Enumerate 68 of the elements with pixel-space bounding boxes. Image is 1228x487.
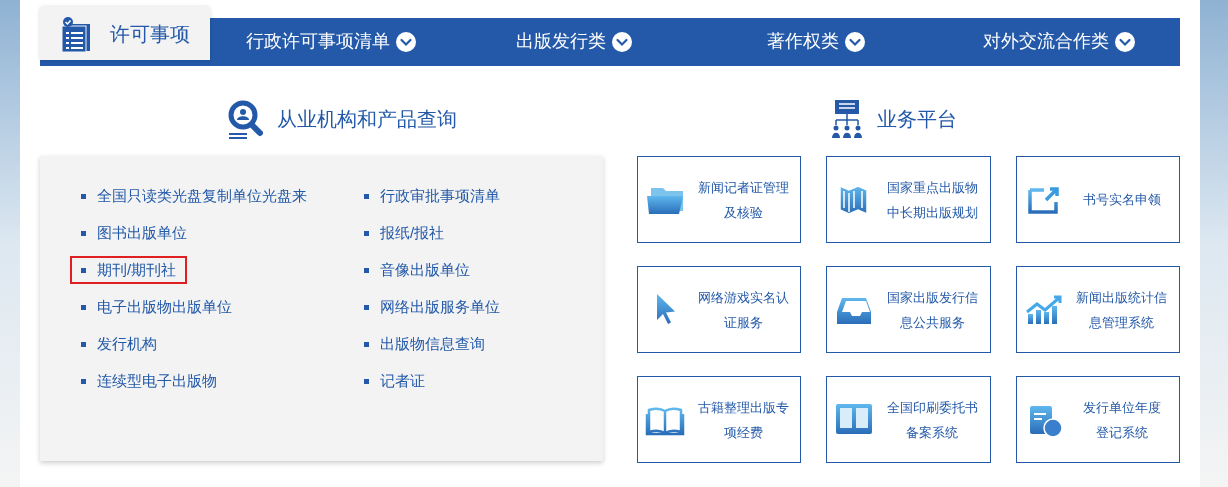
link-text: 出版物信息查询: [380, 333, 485, 354]
org-chart-icon: [830, 100, 863, 138]
card-label: 新闻出版统计信 息管理系统: [1075, 288, 1169, 332]
section-title: 业务平台: [876, 107, 957, 132]
menu-tab[interactable]: 出版发行类: [452, 7, 695, 66]
card-label: 书号实名申领: [1081, 191, 1162, 209]
bullet-icon: [364, 230, 369, 236]
platform-card[interactable]: 全国印刷委托书 备案系统: [826, 376, 991, 463]
link-text: 连续型电子出版物: [97, 370, 217, 391]
list-link[interactable]: 报纸/报社: [353, 219, 456, 247]
chevron-down-icon: [396, 31, 417, 52]
card-label: 新闻记者证管理 及核验: [696, 178, 790, 222]
link-text: 全国只读类光盘复制单位光盘来: [97, 185, 307, 206]
link-text: 记者证: [380, 370, 425, 391]
bullet-icon: [81, 193, 86, 199]
tab[interactable]: 许可事项: [40, 7, 210, 60]
card-label: 国家重点出版物 中长期出版规划: [886, 178, 979, 222]
search-user-icon: [226, 100, 263, 140]
list-link[interactable]: 音像出版单位: [353, 256, 481, 284]
platform-card[interactable]: 网络游戏实名认 证服务: [637, 266, 802, 353]
list-link[interactable]: 发行机构: [70, 330, 168, 358]
link-text: 图书出版单位: [97, 222, 187, 243]
card-label: 国家出版发行信 息公共服务: [886, 288, 979, 332]
chevron-down-icon: [1114, 31, 1135, 52]
card-label: 全国印刷委托书 备案系统: [886, 398, 979, 442]
menu-tab[interactable]: 行政许可事项清单: [210, 7, 453, 66]
bullet-icon: [364, 341, 369, 347]
card-label: 古籍整理出版专 项经费: [696, 398, 790, 442]
menu-tab[interactable]: 著作权类: [695, 7, 938, 66]
list-link[interactable]: 电子出版物出版单位: [70, 293, 243, 321]
platform-card[interactable]: 国家出版发行信 息公共服务: [826, 266, 991, 353]
list-link[interactable]: 出版物信息查询: [353, 330, 496, 358]
section-title: 从业机构和产品查询: [276, 107, 457, 132]
list-link[interactable]: 图书出版单位: [70, 219, 198, 247]
bullet-icon: [81, 341, 86, 347]
chevron-down-icon: [611, 31, 632, 52]
platform-card[interactable]: 发行单位年度 登记系统: [1015, 376, 1180, 463]
bullet-icon: [81, 267, 86, 273]
bullet-icon: [364, 304, 369, 310]
list-link[interactable]: 全国只读类光盘复制单位光盘来: [70, 182, 318, 210]
bullet-icon: [364, 267, 369, 273]
document-list-icon: [60, 15, 92, 52]
bullet-icon: [364, 378, 369, 384]
bullet-icon: [81, 304, 86, 310]
platform-card[interactable]: 书号实名申领: [1015, 156, 1180, 243]
link-text: 网络出版服务单位: [380, 296, 500, 317]
chevron-down-icon: [845, 31, 866, 52]
bullet-icon: [364, 193, 369, 199]
list-link[interactable]: 记者证: [353, 367, 436, 395]
link-text: 报纸/报社: [380, 222, 445, 243]
link-text: 音像出版单位: [380, 259, 470, 280]
bullet-icon: [81, 378, 86, 384]
card-label: 网络游戏实名认 证服务: [696, 288, 790, 332]
platform-card[interactable]: 新闻记者证管理 及核验: [637, 156, 802, 243]
link-text: 期刊/期刊社: [97, 259, 177, 280]
list-link[interactable]: 行政审批事项清单: [353, 182, 511, 210]
list-link[interactable]: 期刊/期刊社: [70, 256, 188, 284]
bullet-icon: [81, 230, 86, 236]
link-text: 发行机构: [97, 333, 157, 354]
link-text: 电子出版物出版单位: [97, 296, 232, 317]
link-text: 行政审批事项清单: [380, 185, 500, 206]
platform-card[interactable]: 新闻出版统计信 息管理系统: [1015, 266, 1180, 353]
list-link[interactable]: 连续型电子出版物: [70, 367, 228, 395]
card-label: 发行单位年度 登记系统: [1081, 398, 1162, 442]
platform-card[interactable]: 国家重点出版物 中长期出版规划: [826, 156, 991, 243]
platform-card[interactable]: 古籍整理出版专 项经费: [637, 376, 802, 463]
menu-tab[interactable]: 对外交流合作类: [937, 7, 1180, 66]
list-link[interactable]: 网络出版服务单位: [353, 293, 511, 321]
